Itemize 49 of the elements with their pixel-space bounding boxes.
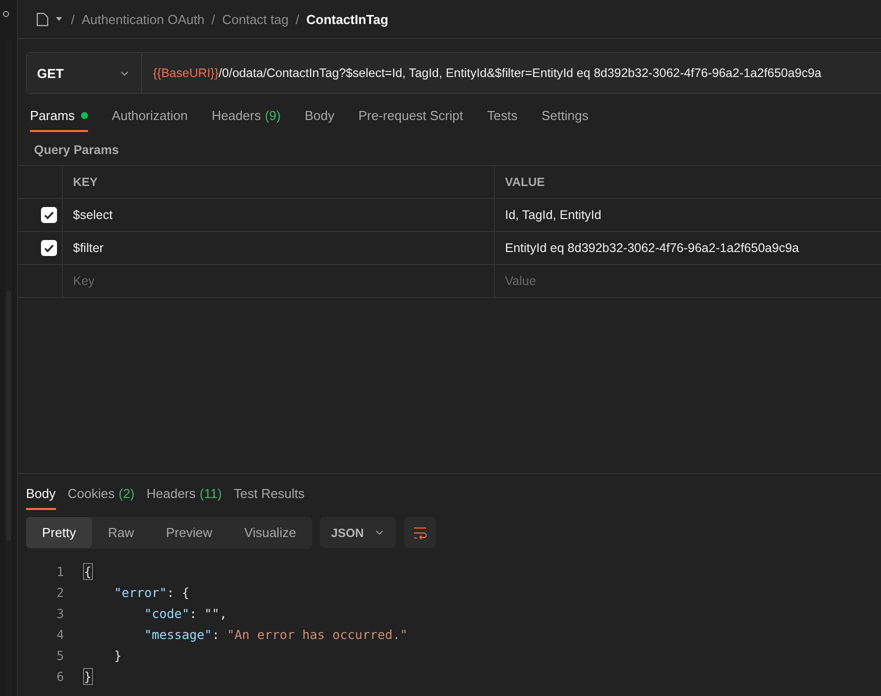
tab[interactable]: Tests [487,104,518,132]
breadcrumb-separator: / [211,12,216,26]
tab[interactable]: Cookies (2) [68,482,134,510]
code-line: } [84,669,92,684]
tab[interactable]: Settings [541,104,588,132]
checkbox[interactable] [41,240,57,256]
line-number: 2 [55,585,64,600]
code-line: "message": "An error has occurred." [143,627,408,642]
view-mode-tab[interactable]: Raw [92,517,150,548]
format-dropdown[interactable]: JSON [320,517,396,548]
tab[interactable]: Pre-request Script [358,104,464,132]
request-title: ContactInTag [306,12,388,26]
column-header: KEY [62,166,494,198]
table-cell[interactable]: $filter [62,232,494,264]
line-number: 6 [55,669,64,684]
table-cell[interactable]: EntityId eq 8d392b32-3062-4f76-96a2-1a2f650a9c9a [494,232,881,264]
view-mode-tab[interactable]: Preview [150,517,228,548]
column-header: VALUE [494,166,881,198]
circle-icon [2,11,8,17]
checkbox[interactable] [41,207,57,223]
line-number: 1 [55,564,64,579]
tab[interactable]: Authorization [112,104,188,132]
line-number: 5 [55,648,64,663]
tab[interactable]: Body [304,104,334,132]
code-line: } [113,648,122,663]
tab[interactable]: Body [26,482,56,510]
line-number: 3 [55,606,64,621]
breadcrumb-link[interactable]: Contact tag [222,12,289,26]
code-line: { [84,564,92,579]
input-field[interactable]: Value [494,265,881,297]
code-line: "error": { [113,585,190,600]
wrap-lines-icon [412,524,428,540]
tab[interactable]: Test Results [234,482,305,510]
breadcrumb-link[interactable]: Authentication OAuth [82,12,204,26]
input-field[interactable]: Key [62,265,494,297]
view-mode-tab[interactable]: Visualize [228,517,312,548]
code-line: "code": "", [143,606,227,621]
section-title: Query Params [34,143,120,157]
tab[interactable]: Params [30,104,88,132]
breadcrumb-separator: / [71,12,75,26]
breadcrumb-separator: / [296,12,300,26]
view-mode-tab[interactable]: Pretty [26,517,92,548]
tab[interactable]: Headers (9) [212,104,281,132]
tab[interactable]: Headers (11) [146,482,222,510]
wrap-lines-button[interactable] [404,517,436,548]
line-number: 4 [55,627,64,642]
document-icon [35,12,50,26]
table-cell[interactable]: $select [62,199,494,231]
table-cell[interactable]: Id, TagId, EntityId [494,199,881,231]
